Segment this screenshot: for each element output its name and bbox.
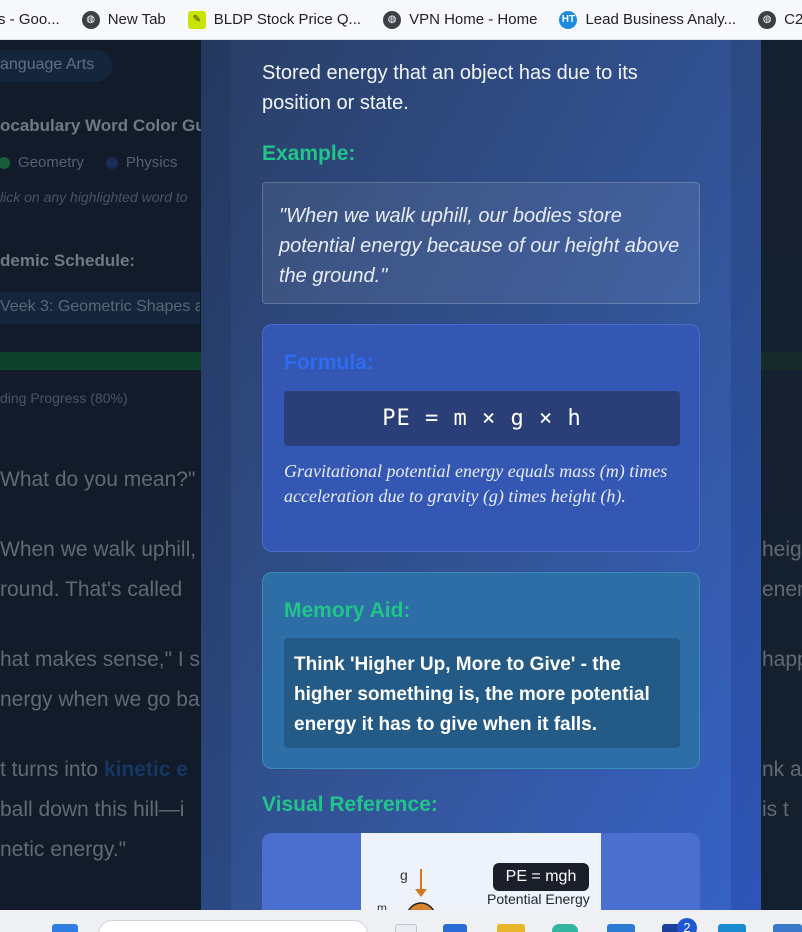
bookmark-label: New Tab (107, 11, 166, 28)
taskbar-search[interactable] (98, 920, 368, 932)
taskbar-app-icon[interactable] (443, 924, 467, 932)
bookmarks-bar: s - Goo... ◍ New Tab ✎ BLDP Stock Price … (0, 0, 802, 40)
vocabulary-modal: Stored energy that an object has due to … (201, 40, 761, 910)
bookmark-label: C22 (784, 11, 802, 28)
taskbar-app-icon[interactable] (552, 924, 578, 932)
bookmark-label: BLDP Stock Price Q... (213, 11, 362, 28)
bookmark-lead[interactable]: HT Lead Business Analy... (559, 10, 737, 29)
lead-icon: HT (559, 10, 578, 29)
folder-icon[interactable] (497, 924, 525, 932)
formula-code: PE = m × g × h (284, 391, 680, 446)
memory-aid-card: Memory Aid: Think 'Higher Up, More to Gi… (262, 572, 700, 769)
memory-aid-title: Memory Aid: (284, 599, 411, 622)
potential-energy-diagram: g m PE = mgh Potential Energy (361, 833, 601, 910)
bookmark-vpn[interactable]: ◍ VPN Home - Home (383, 10, 538, 29)
bookmark-1[interactable]: s - Goo... (0, 11, 60, 28)
bookmark-label: Lead Business Analy... (585, 11, 737, 28)
bookmark-bldp[interactable]: ✎ BLDP Stock Price Q... (187, 10, 362, 29)
mass-label: m (377, 901, 387, 910)
globe-icon: ◍ (81, 10, 100, 29)
memory-aid-text: Think 'Higher Up, More to Give' - the hi… (284, 638, 680, 748)
bookmark-new-tab[interactable]: ◍ New Tab (81, 10, 166, 29)
formula-card: Formula: PE = m × g × h Gravitational po… (262, 324, 700, 552)
example-title: Example: (262, 142, 356, 165)
leaf-icon: ✎ (187, 10, 206, 29)
taskbar-app-icon[interactable] (607, 924, 635, 932)
bookmark-label: s - Goo... (0, 11, 60, 28)
taskbar: 2 (0, 910, 802, 932)
pe-caption: Potential Energy (487, 891, 590, 907)
formula-title: Formula: (284, 351, 374, 374)
pe-formula-badge: PE = mgh (493, 863, 589, 891)
bookmark-c22[interactable]: ◍ C22 (758, 10, 802, 29)
taskbar-app-icon[interactable] (718, 924, 746, 932)
globe-icon: ◍ (383, 10, 402, 29)
definition-text: Stored energy that an object has due to … (262, 62, 638, 114)
visual-reference-card: g m PE = mgh Potential Energy (262, 833, 700, 910)
formula-description: Gravitational potential energy equals ma… (284, 461, 668, 506)
modal-content: Stored energy that an object has due to … (231, 40, 731, 910)
globe-icon: ◍ (758, 10, 777, 29)
taskbar-app-icon[interactable] (395, 924, 417, 932)
windows-start-icon[interactable] (52, 924, 78, 932)
visual-reference-title: Visual Reference: (262, 793, 438, 816)
taskbar-app-icon[interactable] (773, 924, 802, 932)
bookmark-label: VPN Home - Home (409, 11, 538, 28)
notification-badge: 2 (677, 918, 697, 932)
example-quote: "When we walk uphill, our bodies store p… (262, 182, 700, 304)
